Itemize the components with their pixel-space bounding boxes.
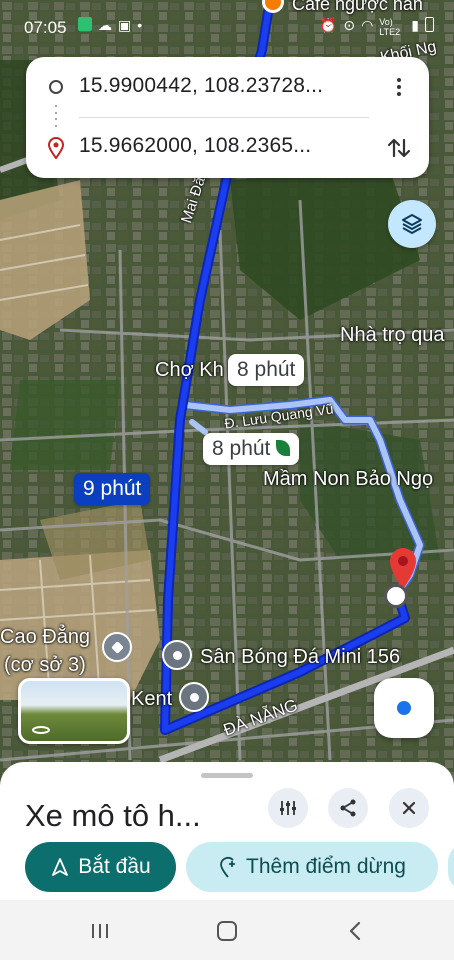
destination-field[interactable]: 15.9662000, 108.2365... xyxy=(79,134,369,158)
layers-icon xyxy=(402,214,422,234)
close-button[interactable] xyxy=(389,788,429,828)
alarm-icon: ⏰ xyxy=(319,17,338,33)
map-label-mam-non: Mầm Non Bảo Ngọ xyxy=(263,468,434,490)
destination-pin-outline-icon xyxy=(47,137,65,164)
travel-mode-title: Xe mô tô h... xyxy=(25,798,201,833)
sliders-icon xyxy=(280,801,296,815)
route-card: 15.9900442, 108.23728... 15.9662000, 108… xyxy=(26,57,429,178)
location-icon: ⊙ xyxy=(343,17,356,33)
home-button[interactable] xyxy=(210,914,244,948)
more-options-button[interactable] xyxy=(385,73,413,101)
network-label: Vo) LTE2 xyxy=(379,17,401,37)
close-icon xyxy=(402,801,416,815)
directions-sheet: Xe mô tô h... Bắt đầu Thêm điểm dừng xyxy=(0,762,454,900)
origin-circle-icon xyxy=(49,80,63,94)
poi-san-bong-icon[interactable] xyxy=(162,640,192,670)
map-label-cao-dang: Cao Đẳng xyxy=(0,626,91,648)
street-view-thumbnail[interactable] xyxy=(18,678,130,744)
back-icon xyxy=(349,921,361,941)
route-time-alt2-text: 8 phút xyxy=(212,437,271,460)
status-bar: 07:05 ☁ ▣ • ⏰ ⊙ ◠ Vo) LTE2 ▮ xyxy=(0,0,454,56)
map-label-kent: Kent xyxy=(131,688,173,710)
eco-leaf-icon xyxy=(276,440,291,456)
layers-button[interactable] xyxy=(388,200,436,248)
map-label-san-bong: Sân Bóng Đá Mini 156 xyxy=(200,646,401,668)
image-icon: ▣ xyxy=(118,17,132,33)
start-label: Bắt đầu xyxy=(78,855,151,878)
share-button[interactable] xyxy=(328,788,368,828)
dot-icon: • xyxy=(137,17,143,33)
start-navigation-button[interactable]: Bắt đầu xyxy=(25,842,176,892)
map-label-cho: Chợ Kh xyxy=(155,359,224,381)
share-icon xyxy=(340,799,356,817)
route-time-alt2[interactable]: 8 phút xyxy=(203,433,300,465)
back-button[interactable] xyxy=(338,914,372,948)
origin-row[interactable]: 15.9900442, 108.23728... xyxy=(26,57,429,117)
destination-dot xyxy=(384,584,408,608)
recent-apps-button[interactable] xyxy=(83,914,117,948)
home-icon xyxy=(217,921,237,941)
map-label-co-so: (cơ sở 3) xyxy=(4,654,86,676)
location-dot-icon xyxy=(397,701,411,715)
recent-apps-icon xyxy=(92,924,108,938)
route-time-alt1[interactable]: 8 phút xyxy=(228,354,305,386)
street-view-rotate-icon xyxy=(32,726,50,734)
route-time-alt1-text: 8 phút xyxy=(237,358,296,381)
status-right-icons: ⏰ ⊙ ◠ Vo) LTE2 ▮ xyxy=(320,17,434,37)
route-time-primary-text: 9 phút xyxy=(83,477,142,500)
status-left-icons: ☁ ▣ • xyxy=(78,17,142,34)
more-actions-pill[interactable] xyxy=(448,842,454,892)
sheet-drag-handle[interactable] xyxy=(201,773,253,778)
battery-icon xyxy=(425,17,434,32)
swap-icon[interactable] xyxy=(383,132,415,164)
map-label-nha-tro: Nhà trọ qua xyxy=(340,324,445,346)
signal-icon: ▮ xyxy=(411,17,419,33)
poi-cao-dang-icon[interactable] xyxy=(102,632,132,662)
poi-kent-icon[interactable] xyxy=(179,682,209,712)
system-nav-bar xyxy=(0,900,454,960)
my-location-button[interactable] xyxy=(374,678,434,738)
cloud-icon: ☁ xyxy=(98,17,112,33)
status-time: 07:05 xyxy=(24,18,67,37)
check-icon xyxy=(78,17,92,31)
add-location-icon xyxy=(220,857,236,878)
destination-row[interactable]: 15.9662000, 108.2365... xyxy=(26,118,429,178)
origin-field[interactable]: 15.9900442, 108.23728... xyxy=(79,74,369,98)
wifi-icon: ◠ xyxy=(361,17,374,33)
add-stop-label: Thêm điểm dừng xyxy=(246,855,406,878)
add-stop-button[interactable]: Thêm điểm dừng xyxy=(186,842,438,892)
navigation-arrow-icon xyxy=(52,858,69,876)
route-options-button[interactable] xyxy=(268,788,308,828)
route-time-primary[interactable]: 9 phút xyxy=(74,473,151,505)
